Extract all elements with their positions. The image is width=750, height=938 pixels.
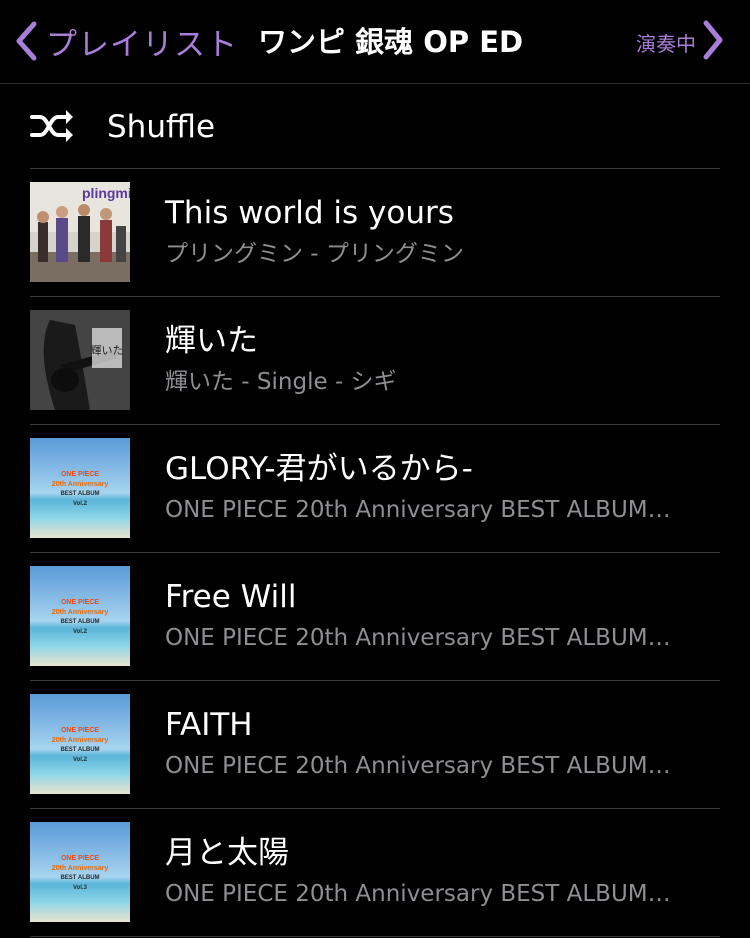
song-title: This world is yours [165,195,454,231]
svg-text:BEST ALBUM: BEST ALBUM [60,875,99,881]
now-playing-button[interactable]: 演奏中 [636,18,724,66]
album-art: ONE PIECE 20th Anniversary BEST ALBUM Vo… [30,438,130,538]
shuffle-row[interactable]: Shuffle [0,85,750,169]
svg-text:20th Anniversary: 20th Anniversary [52,609,109,616]
svg-text:ONE PIECE: ONE PIECE [61,599,99,606]
song-title: 月と太陽 [165,835,289,871]
song-subtitle: プリングミン - プリングミン [165,241,464,267]
song-subtitle: ONE PIECE 20th Anniversary BEST ALBUM… [165,625,671,651]
song-row[interactable]: ONE PIECE 20th Anniversary BEST ALBUM Vo… [0,809,750,937]
svg-text:BEST ALBUM: BEST ALBUM [60,619,99,625]
navigation-bar: プレイリスト ワンピ 銀魂 OP ED 演奏中 [0,0,750,84]
song-row[interactable]: 輝いた 輝いた 輝いた - Single - シギ [0,297,750,425]
back-button[interactable]: プレイリスト [14,16,238,66]
song-subtitle: ONE PIECE 20th Anniversary BEST ALBUM… [165,881,671,907]
svg-text:Vol.3: Vol.3 [73,885,88,891]
song-subtitle: ONE PIECE 20th Anniversary BEST ALBUM… [165,497,671,523]
song-title: 輝いた [165,323,258,359]
song-title: GLORY-君がいるから- [165,451,473,487]
svg-text:Vol.2: Vol.2 [73,629,88,635]
now-playing-label: 演奏中 [636,31,696,56]
page-title: ワンピ 銀魂 OP ED [258,25,524,59]
song-subtitle: ONE PIECE 20th Anniversary BEST ALBUM… [165,753,671,779]
svg-text:20th Anniversary: 20th Anniversary [52,481,109,488]
chevron-right-icon [702,20,724,64]
svg-text:Vol.2: Vol.2 [73,757,88,763]
song-row[interactable]: ONE PIECE 20th Anniversary BEST ALBUM Vo… [0,681,750,809]
divider [30,936,720,937]
song-row[interactable]: plingmin This world is yours プリングミン - プリ… [0,169,750,297]
song-title: FAITH [165,707,253,743]
svg-text:20th Anniversary: 20th Anniversary [52,737,109,744]
svg-text:ONE PIECE: ONE PIECE [61,727,99,734]
song-row[interactable]: ONE PIECE 20th Anniversary BEST ALBUM Vo… [0,425,750,553]
svg-text:ONE PIECE: ONE PIECE [61,471,99,478]
svg-text:plingmin: plingmin [82,185,130,201]
song-title: Free Will [165,579,297,615]
back-button-label: プレイリスト [46,26,238,63]
svg-text:ONE PIECE: ONE PIECE [61,855,99,862]
svg-text:BEST ALBUM: BEST ALBUM [60,747,99,753]
svg-text:BEST ALBUM: BEST ALBUM [60,491,99,497]
album-art: ONE PIECE 20th Anniversary BEST ALBUM Vo… [30,566,130,666]
svg-text:輝いた: 輝いた [91,344,124,357]
album-art: plingmin [30,182,130,282]
song-subtitle: 輝いた - Single - シギ [165,369,397,395]
song-list: plingmin This world is yours プリングミン - プリ… [0,169,750,937]
shuffle-icon [30,109,74,147]
album-art: ONE PIECE 20th Anniversary BEST ALBUM Vo… [30,822,130,922]
album-art: ONE PIECE 20th Anniversary BEST ALBUM Vo… [30,694,130,794]
svg-text:Vol.2: Vol.2 [73,501,88,507]
chevron-left-icon [14,21,38,61]
song-row[interactable]: ONE PIECE 20th Anniversary BEST ALBUM Vo… [0,553,750,681]
album-art: 輝いた [30,310,130,410]
svg-text:20th Anniversary: 20th Anniversary [52,865,109,872]
shuffle-label: Shuffle [107,109,216,145]
